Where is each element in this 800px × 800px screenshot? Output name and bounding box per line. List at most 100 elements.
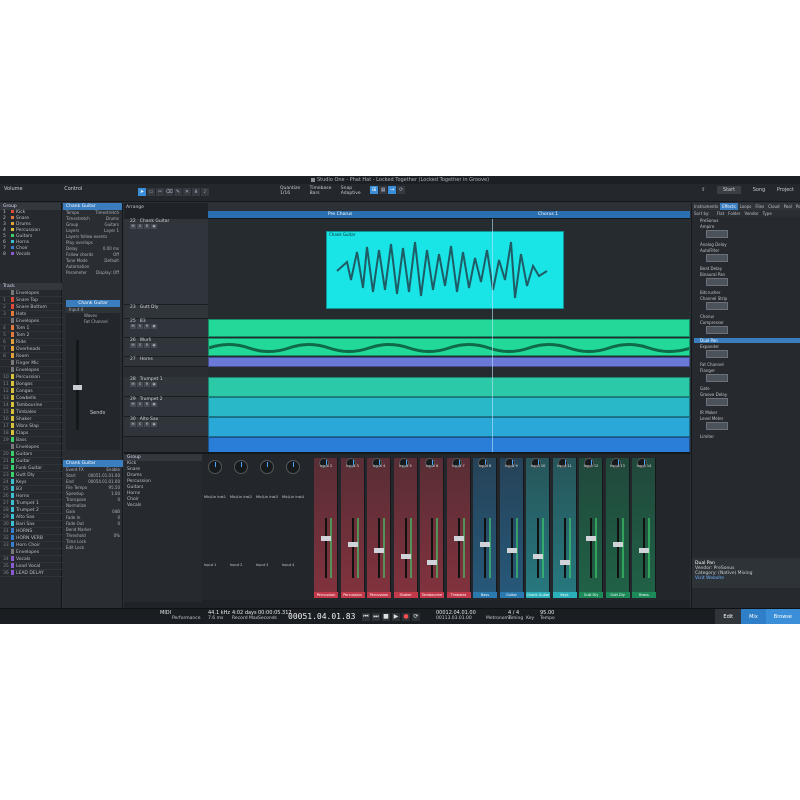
snap-icon[interactable]: ⊞: [370, 186, 379, 194]
fader-track[interactable]: [404, 518, 407, 578]
channel-input-label[interactable]: Input 3: [341, 464, 365, 468]
solo-button[interactable]: S: [137, 343, 143, 348]
bars-position[interactable]: 00051.04.01.83: [288, 612, 355, 621]
track-list-item[interactable]: 31 HORNS: [0, 528, 62, 535]
monitor-button[interactable]: ◉: [151, 224, 157, 229]
track-list-item[interactable]: Envelopes: [0, 367, 62, 374]
fader-handle[interactable]: [559, 560, 570, 565]
song-button[interactable]: Song: [753, 187, 766, 193]
fader-handle[interactable]: [400, 554, 411, 559]
solo-button[interactable]: S: [137, 402, 143, 407]
record-icon[interactable]: ●: [402, 613, 410, 621]
snap-control[interactable]: Snap Adaptive: [341, 186, 361, 196]
control-label[interactable]: Control: [64, 186, 82, 192]
track-list-item[interactable]: 24 Keys: [0, 479, 62, 486]
performance-meter[interactable]: Performance: [172, 611, 201, 621]
browser-item[interactable]: Expander: [700, 344, 800, 349]
fader-handle[interactable]: [506, 548, 517, 553]
track-list-item[interactable]: 36 LEAD DELAY: [0, 570, 62, 577]
volume-label[interactable]: Volume: [4, 186, 23, 192]
browser-item[interactable]: Binaural Pan: [700, 272, 800, 277]
browser-tab[interactable]: Files: [753, 203, 766, 210]
track-list-item[interactable]: 26 Horns: [0, 493, 62, 500]
audio-clip-trumpet-2[interactable]: [208, 397, 690, 417]
browser-item[interactable]: Bitcrusher: [700, 290, 800, 295]
input-select[interactable]: Input 1: [204, 563, 230, 567]
gain-knob-1[interactable]: [208, 460, 222, 474]
mute-button[interactable]: M: [130, 343, 136, 348]
track-list-item[interactable]: 15 Timbales: [0, 409, 62, 416]
track-list-item[interactable]: 30 Bari Sax: [0, 521, 62, 528]
fader-handle[interactable]: [480, 542, 490, 547]
listen-tool-icon[interactable]: ♪: [201, 188, 209, 196]
record-arm-button[interactable]: R: [144, 402, 150, 407]
track-list-item[interactable]: 19 Bass: [0, 437, 62, 444]
track-list-item[interactable]: 11 Bongos: [0, 381, 62, 388]
solo-button[interactable]: S: [137, 224, 143, 229]
insert-2[interactable]: Fat Channel: [84, 319, 108, 325]
channel-input-label[interactable]: Input 14: [632, 464, 656, 468]
fader-track[interactable]: [484, 518, 486, 578]
track-header[interactable]: 30 Alto Sax M S R ◉: [124, 417, 208, 437]
solo-button[interactable]: S: [137, 382, 143, 387]
track-list-item[interactable]: 14 Tambourine: [0, 402, 62, 409]
monitor-button[interactable]: ◉: [151, 422, 157, 427]
marker-track[interactable]: Pre Chorus Chorus 1: [208, 211, 690, 218]
browser-tab[interactable]: Pods: [794, 203, 800, 210]
edit-view-button[interactable]: Edit: [715, 609, 742, 624]
track-list-item[interactable]: 8 Room: [0, 353, 62, 360]
track-list-item[interactable]: 29 Alto Sax: [0, 514, 62, 521]
marker-chorus-1[interactable]: Chorus 1: [536, 211, 558, 218]
track-header[interactable]: 25 B3 M S R ◉: [124, 319, 208, 338]
track-list-item[interactable]: 25 B3: [0, 486, 62, 493]
gain-knob-3[interactable]: [260, 460, 274, 474]
record-arm-button[interactable]: R: [144, 224, 150, 229]
track-header[interactable]: 23 Gutt Dly: [124, 305, 208, 319]
channel-input-label[interactable]: Input 9: [500, 464, 524, 468]
channel-input-label[interactable]: Input 10: [526, 464, 550, 468]
browser-item[interactable]: Beat Delay: [700, 266, 800, 271]
browser-item[interactable]: Groove Delay: [700, 392, 800, 397]
sort-option[interactable]: Type: [761, 210, 774, 217]
track-list-item[interactable]: 28 Trumpet 2: [0, 507, 62, 514]
fader-handle[interactable]: [586, 536, 596, 541]
gain-knob-2[interactable]: [234, 460, 248, 474]
track-header[interactable]: 27 Horns: [124, 357, 208, 367]
fader-track[interactable]: [563, 518, 566, 578]
browser-item[interactable]: Gate: [700, 386, 800, 391]
track-list-item[interactable]: 6 Ride: [0, 339, 62, 346]
playhead[interactable]: [492, 219, 493, 459]
record-arm-button[interactable]: R: [144, 343, 150, 348]
track-header[interactable]: 22 Chank Guitar M S R ◉: [124, 219, 208, 305]
mix-view-button[interactable]: Mix: [741, 609, 766, 624]
grid-icon[interactable]: ▦: [379, 186, 388, 194]
upload-icon[interactable]: ⇪: [701, 187, 705, 193]
fader-handle[interactable]: [639, 548, 649, 553]
eraser-tool-icon[interactable]: ⌫: [165, 188, 173, 196]
inspector-row[interactable]: Parameter Display: Off: [63, 270, 122, 276]
channel-input-label[interactable]: Input 6: [420, 464, 444, 468]
track-list-item[interactable]: 34 Vocals: [0, 556, 62, 563]
channel-input-label[interactable]: Input 13: [606, 464, 630, 468]
info-link[interactable]: Visit Website: [695, 576, 798, 581]
track-header[interactable]: 28 Trumpet 1 M S R ◉: [124, 377, 208, 397]
track-list-item[interactable]: 27 Trumpet 1: [0, 500, 62, 507]
folder-lane-horns[interactable]: [208, 357, 690, 367]
browser-item[interactable]: Chorus: [700, 314, 800, 319]
channel-input-label[interactable]: Input 7: [447, 464, 471, 468]
audio-clip-wurli[interactable]: [208, 338, 690, 356]
quantize-control[interactable]: Quantize 1/16: [280, 186, 300, 196]
loop-range[interactable]: 00012.04.01.00 00113.03.01.00: [436, 611, 476, 622]
loop-transport-icon[interactable]: ⟳: [412, 613, 420, 621]
channel-input-label[interactable]: Input 8: [473, 464, 497, 468]
fader-handle[interactable]: [612, 542, 623, 547]
fader-handle[interactable]: [453, 536, 464, 541]
audio-clip-trumpet-1[interactable]: [208, 377, 690, 397]
loop-icon[interactable]: ⟳: [397, 186, 406, 194]
sort-option[interactable]: Flat: [715, 210, 726, 217]
fader-track[interactable]: [457, 518, 460, 578]
track-list-item[interactable]: Finger Mic: [0, 360, 62, 367]
track-list-item[interactable]: 33 Horn Choir: [0, 542, 62, 549]
browse-view-button[interactable]: Browse: [765, 609, 800, 624]
track-list-item[interactable]: Envelopes: [0, 549, 62, 556]
